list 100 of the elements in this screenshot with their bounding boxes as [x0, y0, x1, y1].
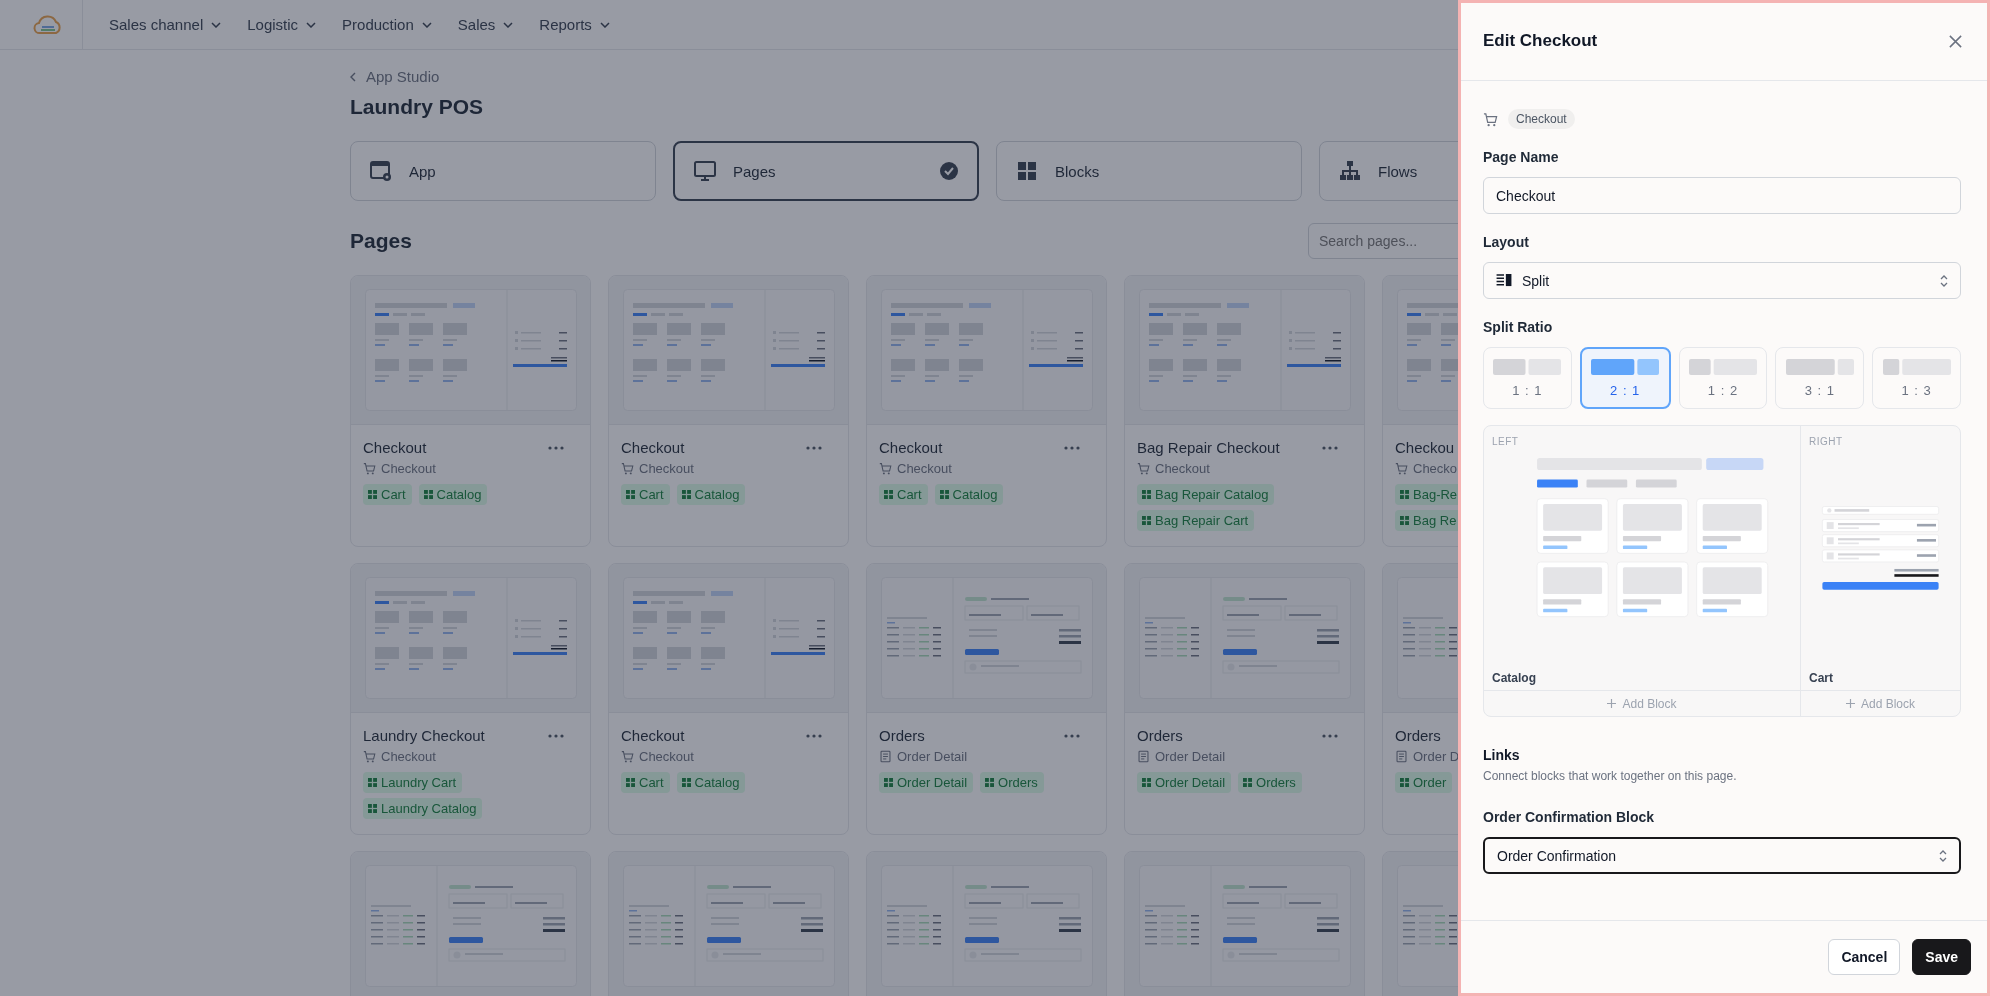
card-title: Orders: [879, 727, 925, 744]
page-card[interactable]: Laundry Checkout Checkout Laundry Cart Laundry Catalog: [350, 563, 591, 835]
block-tag: Order: [1395, 772, 1453, 793]
card-title: Checkout: [621, 439, 685, 456]
nav-menu-item[interactable]: Reports: [539, 16, 610, 33]
chevron-up-down-icon: [1940, 273, 1948, 288]
page-name-field[interactable]: Checkout: [1483, 177, 1961, 214]
more-icon[interactable]: [1322, 445, 1338, 450]
more-icon[interactable]: [1064, 445, 1080, 450]
page-card[interactable]: Checkout Checkout Cart Catalog: [866, 275, 1107, 547]
document-icon: [1395, 750, 1408, 763]
page-type: Order Detail: [1155, 749, 1226, 764]
section-tab[interactable]: Pages: [673, 141, 979, 201]
plus-icon: [1607, 699, 1617, 708]
drawer-title: Edit Checkout: [1483, 31, 1598, 51]
more-icon[interactable]: [1322, 733, 1338, 738]
grid-icon: [626, 490, 635, 499]
card-title: Checkout: [621, 727, 685, 744]
block-tag: Catalog: [676, 772, 746, 793]
page-type: Order D: [1413, 749, 1458, 764]
cart-icon: [621, 750, 634, 763]
grid-icon: [1015, 159, 1039, 183]
split-ratio-icon: [1688, 358, 1758, 375]
cart-icon: [1395, 462, 1408, 475]
nav-menu-item[interactable]: Production: [342, 16, 432, 33]
grid-icon: [681, 778, 691, 787]
cart-icon: [363, 750, 376, 763]
ratio-option[interactable]: 1 : 3: [1872, 347, 1961, 409]
chevron-up-down-icon: [1939, 848, 1947, 863]
section-label: Pages: [733, 162, 777, 180]
block-tag: Catalog: [934, 484, 1004, 505]
cart-icon: [363, 462, 376, 475]
column-label: LEFT: [1492, 436, 1519, 447]
section-tab[interactable]: Blocks: [996, 141, 1302, 201]
ratio-option[interactable]: 2 : 1: [1579, 347, 1671, 409]
chevron-left-icon: [350, 71, 356, 82]
split-ratio-icon: [1784, 358, 1855, 375]
more-icon[interactable]: [1064, 733, 1080, 738]
nav-menu-item[interactable]: Sales: [457, 16, 514, 33]
block-tag: Order Detail: [879, 772, 974, 793]
plus-icon: [1846, 699, 1855, 708]
column-label: RIGHT: [1809, 436, 1843, 447]
grid-icon: [1400, 516, 1409, 525]
cart-icon: [879, 462, 892, 475]
page-card[interactable]: Checkout Checkout Cart Catalog: [608, 563, 849, 835]
chevron-down-icon: [306, 21, 317, 28]
back-link[interactable]: App Studio: [350, 68, 440, 85]
ratio-option[interactable]: 1 : 2: [1678, 347, 1768, 409]
grid-icon: [939, 490, 949, 499]
split-ratio-icon: [1590, 358, 1661, 375]
field-label: Split Ratio: [1483, 319, 1553, 335]
grid-icon: [626, 778, 635, 787]
ratio-option[interactable]: 1 : 1: [1483, 347, 1572, 409]
page-card[interactable]: Orders Order D Order: [1382, 563, 1458, 835]
section-tab[interactable]: App: [350, 141, 656, 201]
section-label: Flows: [1378, 162, 1419, 180]
grid-icon: [368, 778, 377, 787]
page-card[interactable]: Checkou Checko Bag-Re Bag Re: [1382, 275, 1458, 547]
ratio-option[interactable]: 3 : 1: [1775, 347, 1865, 409]
nav-menu-item[interactable]: Sales channel: [109, 16, 222, 33]
block-tag: Bag Repair Cart: [1137, 510, 1255, 531]
more-icon[interactable]: [548, 445, 564, 450]
more-icon[interactable]: [806, 733, 822, 738]
search-field[interactable]: Search pages...: [1308, 223, 1458, 259]
grid-icon: [1142, 490, 1151, 499]
cancel-button[interactable]: Cancel: [1828, 939, 1901, 975]
cart-icon: [621, 462, 634, 475]
section-tab[interactable]: Flows: [1319, 141, 1458, 201]
page-type: Checkout: [381, 461, 436, 476]
cart-icon: [1483, 111, 1498, 127]
page-card[interactable]: Checkout Checkout Cart Catalog: [350, 275, 591, 547]
field-label: Page Name: [1483, 149, 1559, 165]
close-icon[interactable]: [1948, 34, 1963, 49]
card-title: Orders: [1137, 727, 1183, 744]
section-label: Blocks: [1055, 162, 1101, 180]
type-chip: Checkout: [1508, 109, 1575, 129]
grid-icon: [368, 490, 377, 499]
page-card[interactable]: Orders Order Detail Order Detail Orders: [1124, 563, 1365, 835]
page-type: Checkout: [897, 461, 952, 476]
chevron-down-icon: [503, 21, 514, 28]
more-icon[interactable]: [806, 445, 822, 450]
document-icon: [1137, 750, 1150, 763]
page-card[interactable]: Checkout Checkout Cart Catalog: [608, 275, 849, 547]
grid-icon: [368, 804, 377, 813]
page-card[interactable]: Bag Repair Checkout Checkout Bag Repair Catalog Bag Repair Cart: [1124, 275, 1365, 547]
section-heading: Links: [1483, 747, 1520, 763]
block-tag: Orders: [1238, 772, 1302, 793]
nav-menu-item[interactable]: Logistic: [247, 16, 317, 33]
page-card[interactable]: Orders Order Detail Order Detail Orders: [866, 563, 1107, 835]
save-button[interactable]: Save: [1912, 939, 1971, 975]
window-gear-icon: [369, 159, 393, 183]
split-layout-icon: [1496, 274, 1512, 287]
more-icon[interactable]: [548, 733, 564, 738]
order-confirmation-select[interactable]: Order Confirmation: [1483, 837, 1961, 874]
layout-select[interactable]: Split: [1483, 262, 1961, 299]
chevron-down-icon: [421, 21, 432, 28]
grid-icon: [1243, 778, 1253, 787]
grid-icon: [1400, 778, 1409, 787]
grid-icon: [985, 778, 995, 787]
sitemap-icon: [1338, 159, 1362, 183]
